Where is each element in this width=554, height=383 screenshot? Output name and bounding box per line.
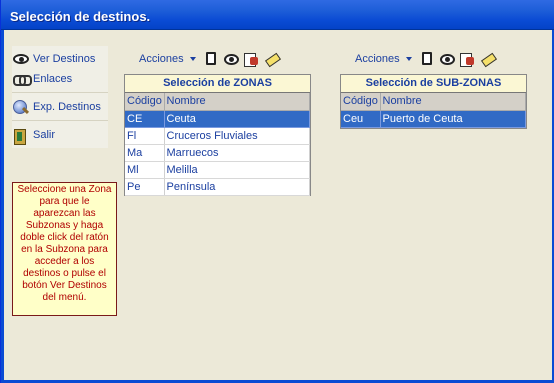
edit-icon[interactable]	[243, 52, 258, 67]
cell-codigo: Pe	[125, 178, 165, 196]
view-eye-icon[interactable]	[223, 52, 239, 66]
subzonas-grid-title: Selección de SUB-ZONAS	[341, 75, 526, 93]
cell-nombre: Cruceros Fluviales	[164, 127, 310, 145]
left-border	[1, 30, 4, 383]
window-title: Selección de destinos.	[10, 9, 151, 24]
table-row[interactable]: Fl Cruceros Fluviales	[125, 127, 310, 145]
subzonas-acciones-menu[interactable]: Acciones	[355, 53, 400, 65]
cell-nombre: Marruecos	[164, 144, 310, 162]
cell-codigo: Ma	[125, 144, 165, 162]
subzonas-table: Código Nombre Ceu Puerto de Ceuta	[341, 93, 526, 128]
enlaces-label: Enlaces	[33, 73, 73, 85]
ver-destinos-button[interactable]: Ver Destinos	[13, 51, 95, 67]
ver-destinos-label: Ver Destinos	[33, 53, 96, 65]
column-header-codigo[interactable]: Código	[125, 93, 165, 111]
subzonas-grid: Selección de SUB-ZONAS Código Nombre Ceu…	[340, 74, 527, 129]
table-row[interactable]: Ml Melilla	[125, 161, 310, 179]
link-icon	[13, 72, 32, 86]
table-row[interactable]: CE Ceuta	[125, 110, 310, 128]
chevron-down-icon[interactable]	[405, 57, 412, 61]
zonas-acciones-menu[interactable]: Acciones	[139, 53, 184, 65]
exit-door-icon	[13, 128, 29, 145]
table-row[interactable]: Ceu Puerto de Ceuta	[341, 110, 526, 128]
salir-button[interactable]: Salir	[13, 127, 56, 145]
globe-icon	[13, 100, 29, 114]
title-bar[interactable]: Selección de destinos.	[1, 0, 554, 30]
subzonas-header-row: Código Nombre	[341, 93, 526, 111]
column-header-nombre[interactable]: Nombre	[380, 93, 526, 111]
new-document-icon[interactable]	[420, 52, 434, 66]
exp-destinos-label: Exp. Destinos	[33, 101, 101, 113]
cell-codigo: Ceu	[341, 110, 381, 128]
zonas-toolbar: Acciones	[139, 50, 281, 68]
cell-codigo: Ml	[125, 161, 165, 179]
cell-nombre: Puerto de Ceuta	[380, 110, 526, 128]
table-row[interactable]: Ma Marruecos	[125, 144, 310, 162]
cell-nombre: Melilla	[164, 161, 310, 179]
edit-icon[interactable]	[459, 52, 474, 67]
eraser-icon[interactable]	[480, 52, 494, 66]
column-header-nombre[interactable]: Nombre	[164, 93, 310, 111]
cell-codigo: CE	[125, 110, 165, 128]
eye-icon	[13, 52, 29, 66]
zonas-grid: Selección de ZONAS Código Nombre CE Ceut…	[124, 74, 311, 196]
zonas-table: Código Nombre CE Ceuta Fl Cruceros Fluvi…	[125, 93, 310, 196]
exp-destinos-button[interactable]: Exp. Destinos	[13, 99, 101, 115]
column-header-codigo[interactable]: Código	[341, 93, 381, 111]
eraser-icon[interactable]	[264, 52, 278, 66]
table-row[interactable]: Pe Península	[125, 178, 310, 196]
cell-codigo: Fl	[125, 127, 165, 145]
chevron-down-icon[interactable]	[189, 57, 196, 61]
subzonas-toolbar: Acciones	[355, 50, 497, 68]
enlaces-button[interactable]: Enlaces	[13, 71, 72, 87]
cell-nombre: Península	[164, 178, 310, 196]
cell-nombre: Ceuta	[164, 110, 310, 128]
view-eye-icon[interactable]	[439, 52, 455, 66]
main-window: Selección de destinos. Ver Destinos Enla…	[0, 0, 554, 383]
zonas-grid-title: Selección de ZONAS	[125, 75, 310, 93]
zonas-header-row: Código Nombre	[125, 93, 310, 111]
new-document-icon[interactable]	[204, 52, 218, 66]
help-message: Seleccione una Zona para que le aparezca…	[12, 182, 117, 316]
salir-label: Salir	[33, 129, 56, 141]
